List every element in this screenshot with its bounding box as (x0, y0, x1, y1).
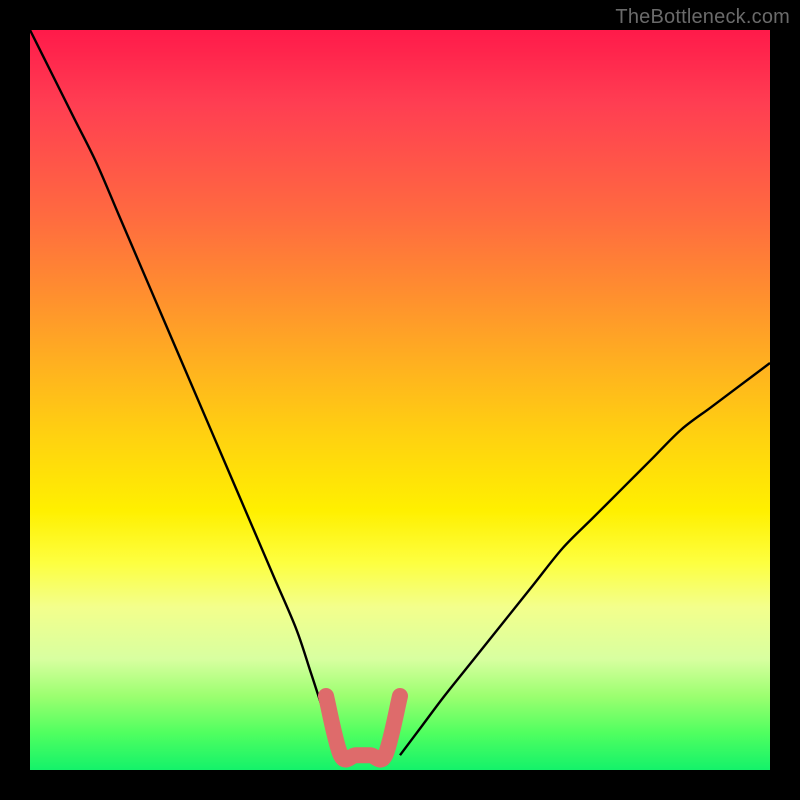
series-left-curve (30, 30, 341, 755)
chart-svg (30, 30, 770, 770)
chart-frame: TheBottleneck.com (0, 0, 800, 800)
watermark-text: TheBottleneck.com (615, 6, 790, 29)
plot-area (30, 30, 770, 770)
series-tolerance-band (326, 696, 400, 760)
series-right-curve (400, 363, 770, 755)
